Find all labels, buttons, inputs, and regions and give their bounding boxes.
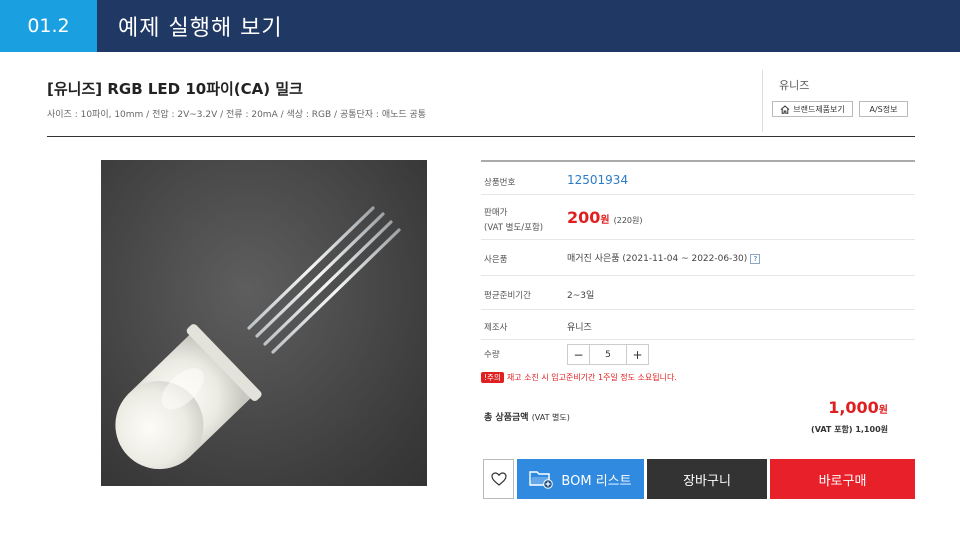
cart-label: 장바구니 <box>683 473 731 489</box>
price-label-vat: (VAT 별도/포함) <box>484 223 544 233</box>
gift-value-group: 매거진 사은품 (2021-11-04 ~ 2022-06-30)? <box>567 251 761 264</box>
qty-minus-button[interactable]: − <box>567 344 590 365</box>
brand-name[interactable]: 유니즈 <box>779 77 809 93</box>
bom-list-button[interactable]: BOM 리스트 <box>517 459 644 499</box>
qty-plus-button[interactable]: + <box>626 344 649 365</box>
product-code: 12501934 <box>567 173 629 187</box>
prep-label: 평균준비기간 <box>484 291 531 301</box>
total-label-sub: (VAT 별도) <box>531 413 570 422</box>
brand-box: 유니즈 브랜드제품보기 A/S정보 <box>762 70 915 132</box>
title-divider <box>47 136 915 137</box>
qty-input[interactable]: 5 <box>590 344 626 365</box>
section-number: 01.2 <box>0 0 97 52</box>
brand-products-label: 브랜드제품보기 <box>793 104 845 114</box>
qty-row: 수량 − 5 + <box>481 340 915 370</box>
price-value: 200 <box>567 208 601 227</box>
price-label: 판매가 <box>484 208 508 218</box>
price-value-group: 200원 (220원) <box>567 208 642 227</box>
cart-button[interactable]: 장바구니 <box>647 459 767 499</box>
notice-text: 재고 소진 시 입고준비기간 1주일 정도 소요됩니다. <box>506 373 677 382</box>
notice-badge: !주의 <box>481 372 504 383</box>
maker-row: 제조사 유니즈 <box>481 310 915 340</box>
total-vat-label: (VAT 포함) <box>811 425 853 434</box>
maker-value[interactable]: 유니즈 <box>567 320 592 333</box>
led-illustration <box>115 206 401 470</box>
total-vat-value: 1,100원 <box>855 425 888 434</box>
code-row: 상품번호 12501934 <box>481 162 915 195</box>
quantity-stepper: − 5 + <box>567 344 649 365</box>
bom-label: BOM 리스트 <box>561 473 632 489</box>
product-spec: 사이즈 : 10파이, 10mm / 전압 : 2V~3.2V / 전류 : 2… <box>47 110 427 120</box>
folder-add-icon <box>529 471 554 489</box>
product-info-table: 상품번호 12501934 판매가 (VAT 별도/포함) 200원 (220원)… <box>481 160 915 365</box>
maker-label: 제조사 <box>484 323 508 333</box>
total-amount: 1,000 <box>828 398 879 417</box>
total-unit: 원 <box>878 405 888 416</box>
price-row: 판매가 (VAT 별도/포함) 200원 (220원) <box>481 195 915 240</box>
heart-icon <box>490 472 507 486</box>
buy-label: 바로구매 <box>818 473 867 489</box>
total-value: 1,000원 <box>828 398 888 417</box>
total-label-main: 총 상품금액 <box>484 413 529 423</box>
section-title: 예제 실행해 보기 <box>118 16 283 41</box>
as-info-button[interactable]: A/S정보 <box>859 101 908 117</box>
total-label: 총 상품금액 (VAT 별도) <box>484 410 570 423</box>
wishlist-button[interactable] <box>483 459 514 499</box>
brand-products-button[interactable]: 브랜드제품보기 <box>772 101 853 117</box>
home-icon <box>780 104 790 114</box>
gift-label: 사은품 <box>484 255 508 265</box>
product-image <box>101 160 427 486</box>
help-icon[interactable]: ? <box>750 253 761 264</box>
price-vat: (220원) <box>613 216 643 225</box>
slide-header: 01.2 예제 실행해 보기 <box>0 0 960 52</box>
stock-notice: !주의 재고 소진 시 입고준비기간 1주일 정도 소요됩니다. <box>481 372 677 383</box>
product-title: [유니즈] RGB LED 10파이(CA) 밀크 <box>47 80 303 98</box>
code-label: 상품번호 <box>484 178 516 188</box>
buy-now-button[interactable]: 바로구매 <box>770 459 915 499</box>
prep-value: 2~3일 <box>567 291 595 301</box>
as-info-label: A/S정보 <box>869 104 898 114</box>
prep-row: 평균준비기간 2~3일 <box>481 276 915 310</box>
gift-row: 사은품 매거진 사은품 (2021-11-04 ~ 2022-06-30)? <box>481 240 915 276</box>
total-vat: (VAT 포함) 1,100원 <box>811 424 888 435</box>
gift-value: 매거진 사은품 (2021-11-04 ~ 2022-06-30) <box>567 254 748 264</box>
price-unit: 원 <box>600 215 610 226</box>
qty-label: 수량 <box>484 350 500 360</box>
